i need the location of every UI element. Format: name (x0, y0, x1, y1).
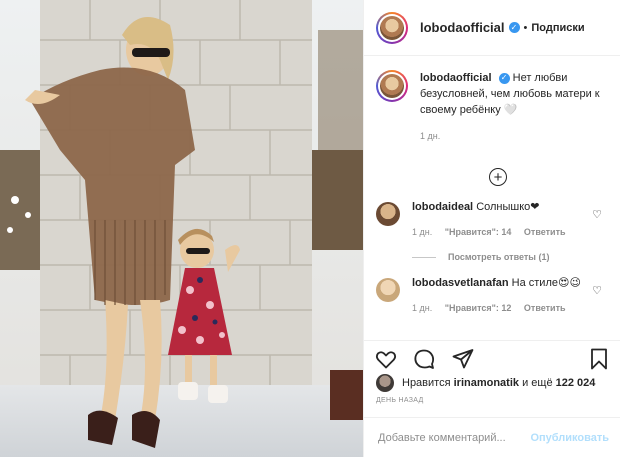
plus-circle-icon[interactable]: + (489, 168, 507, 186)
liker-username[interactable]: irinamonatik (454, 377, 519, 389)
caption-time: 1 дн. (420, 131, 441, 141)
bookmark-icon[interactable] (587, 347, 611, 371)
comment-icon[interactable] (412, 347, 436, 371)
post-caption: lobodaofficial ✓ Нет любви безусловней, … (376, 70, 608, 144)
comments-section: lobodaofficial ✓ Нет любви безусловней, … (364, 56, 620, 340)
author-avatar[interactable] (376, 11, 408, 44)
view-replies-label: Посмотреть ответы (1) (448, 252, 550, 262)
comment-username[interactable]: lobodaideal (412, 201, 473, 213)
verified-badge-icon: ✓ (498, 72, 510, 84)
publish-button[interactable]: Опубликовать (530, 432, 609, 444)
reply-button[interactable]: Ответить (524, 303, 566, 313)
likes-count[interactable]: 122 024 (556, 377, 596, 389)
verified-badge-icon: ✓ (508, 22, 520, 33)
heart-icon[interactable]: ♡ (592, 208, 602, 221)
following-button[interactable]: Подписки (531, 22, 584, 34)
post-actions (364, 340, 620, 374)
comment-time: 1 дн. (412, 227, 433, 237)
reply-button[interactable]: Ответить (524, 227, 566, 237)
likes-conj: и ещё (522, 377, 553, 389)
share-icon[interactable] (451, 347, 475, 371)
likes-summary[interactable]: Нравится irinamonatik и ещё 122 024 (376, 374, 595, 392)
commenter-avatar[interactable] (376, 202, 400, 226)
comment-item: lobodaideal Солнышко❤ 1 дн. "Нравится": … (376, 200, 608, 240)
post-header: lobodaofficial ✓ • Подписки (364, 0, 620, 56)
comment-username[interactable]: lobodasvetlanafan (412, 277, 509, 289)
comment-item: lobodasvetlanafan На стиле😍😉 1 дн. "Нрав… (376, 276, 608, 316)
heart-icon[interactable]: ♡ (592, 284, 602, 297)
commenter-avatar[interactable] (376, 278, 400, 302)
replies-divider (412, 256, 436, 258)
author-username[interactable]: lobodaofficial (420, 20, 505, 35)
post-date: день назад (376, 397, 424, 404)
post-detail-panel: lobodaofficial ✓ • Подписки lobodaoffici… (363, 0, 620, 457)
comment-text: На стиле😍😉 (511, 277, 581, 289)
header-separator: • (523, 21, 528, 34)
comment-time: 1 дн. (412, 303, 433, 313)
heart-icon[interactable] (374, 347, 398, 371)
comment-likes[interactable]: "Нравится": 12 (445, 303, 512, 313)
liker-avatar (376, 374, 394, 392)
likes-prefix: Нравится (402, 377, 451, 389)
post-image (0, 0, 363, 457)
comment-input[interactable]: Добавьте комментарий... (378, 432, 506, 444)
post-photo[interactable] (0, 0, 363, 457)
caption-username[interactable]: lobodaofficial (420, 72, 492, 84)
caption-avatar[interactable] (376, 70, 408, 102)
comment-likes[interactable]: "Нравится": 14 (445, 227, 512, 237)
view-replies-button[interactable]: Посмотреть ответы (1) (412, 252, 608, 262)
comment-text: Солнышко❤ (476, 201, 540, 213)
add-comment-bar: Добавьте комментарий... Опубликовать (364, 417, 620, 457)
